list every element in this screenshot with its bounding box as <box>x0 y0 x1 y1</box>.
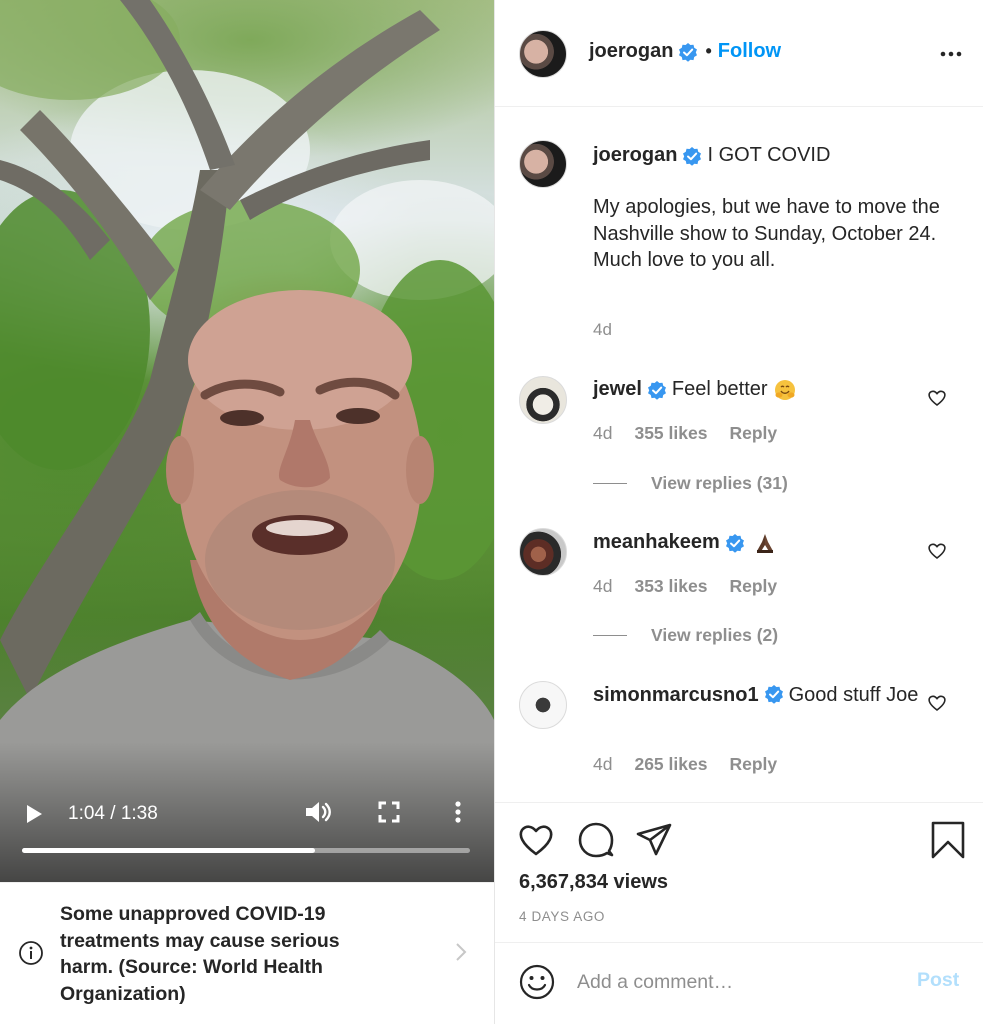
view-replies-label: View replies (2) <box>651 625 779 645</box>
more-vertical-icon <box>455 801 461 823</box>
video-more-button[interactable] <box>448 799 468 825</box>
comment-meta: 4d 353 likes Reply <box>593 576 777 597</box>
like-comment-heart-icon[interactable] <box>927 693 947 713</box>
follow-button[interactable]: Follow <box>718 40 781 63</box>
share-icon[interactable] <box>635 821 673 859</box>
comment-time[interactable]: 4d <box>593 576 612 597</box>
volume-icon <box>306 802 331 822</box>
view-replies-button[interactable]: View replies (2) <box>593 625 778 646</box>
comment-time[interactable]: 4d <box>593 423 612 444</box>
view-count[interactable]: 6,367,834 views <box>519 871 668 894</box>
hugging-face-emoji-icon <box>774 379 795 400</box>
post-comment-button[interactable]: Post <box>917 969 959 992</box>
comment-likes[interactable]: 353 likes <box>634 576 707 597</box>
add-comment-bar: Post <box>495 942 983 1024</box>
comment-text: Feel better <box>671 378 768 400</box>
emoji-picker-icon[interactable] <box>519 964 555 1000</box>
verified-badge-icon <box>679 42 698 62</box>
avatar[interactable] <box>519 30 567 78</box>
comment-username[interactable]: meanhakeem <box>593 531 720 554</box>
comment-item: simonmarcusno1 Good stuff Joe <box>593 682 923 709</box>
replies-line <box>593 635 627 636</box>
like-comment-heart-icon[interactable] <box>927 541 947 561</box>
volume-button[interactable] <box>304 799 332 825</box>
comment-likes[interactable]: 355 likes <box>634 423 707 444</box>
info-icon <box>19 941 43 965</box>
header-username[interactable]: joerogan <box>589 40 673 63</box>
bookmark-icon[interactable] <box>929 821 967 859</box>
caption-timestamp[interactable]: 4d <box>593 320 612 340</box>
comment-item: meanhakeem <box>593 531 776 554</box>
comment-avatar[interactable] <box>519 528 567 576</box>
caption-username[interactable]: joerogan <box>593 144 677 167</box>
like-heart-icon[interactable] <box>517 821 555 859</box>
view-replies-label: View replies (31) <box>651 473 788 493</box>
comment-meta: 4d 265 likes Reply <box>593 754 777 775</box>
verified-badge-icon <box>647 380 666 400</box>
folded-hands-emoji-icon <box>756 533 773 553</box>
comment-input[interactable] <box>577 967 897 997</box>
video-progress-bar[interactable] <box>22 848 470 853</box>
comment-item: jewel Feel better <box>593 378 796 401</box>
caption-header: joerogan I GOT COVID <box>593 144 830 167</box>
covid-info-banner[interactable]: Some unapproved COVID-19 treatments may … <box>0 882 494 1024</box>
caption-avatar[interactable] <box>519 140 567 188</box>
comment-likes[interactable]: 265 likes <box>634 754 707 775</box>
verified-badge-icon <box>683 146 702 166</box>
banner-text: Some unapproved COVID-19 treatments may … <box>60 903 340 1005</box>
comment-meta: 4d 355 likes Reply <box>593 423 777 444</box>
post-actions: 6,367,834 views 4 DAYS AGO <box>495 802 983 942</box>
comment-icon[interactable] <box>577 821 615 859</box>
post-date[interactable]: 4 DAYS AGO <box>519 909 605 924</box>
comment-username[interactable]: simonmarcusno1 <box>593 684 759 706</box>
play-button[interactable] <box>22 802 46 826</box>
post-panel: joerogan • Follow joerogan I GOT COVID M… <box>495 0 983 1024</box>
verified-badge-icon <box>764 685 783 704</box>
comment-username[interactable]: jewel <box>593 378 642 401</box>
like-comment-heart-icon[interactable] <box>927 388 947 408</box>
comment-avatar[interactable] <box>519 681 567 729</box>
reply-button[interactable]: Reply <box>729 576 777 597</box>
separator-dot: • <box>705 41 712 61</box>
more-horizontal-icon[interactable] <box>939 42 963 66</box>
replies-line <box>593 483 627 484</box>
comment-time[interactable]: 4d <box>593 754 612 775</box>
fullscreen-icon <box>378 801 400 823</box>
comment-text: Good stuff Joe <box>788 684 919 706</box>
view-replies-button[interactable]: View replies (31) <box>593 473 788 494</box>
caption-body: My apologies, but we have to move the Na… <box>593 196 940 271</box>
verified-badge-icon <box>725 533 744 553</box>
header-user: joerogan • Follow <box>589 40 781 63</box>
reply-button[interactable]: Reply <box>729 423 777 444</box>
video-time: 1:04 / 1:38 <box>68 803 158 824</box>
post-header: joerogan • Follow <box>495 0 983 107</box>
fullscreen-button[interactable] <box>376 799 402 825</box>
reply-button[interactable]: Reply <box>729 754 777 775</box>
comment-avatar[interactable] <box>519 376 567 424</box>
chevron-right-icon <box>456 943 467 961</box>
play-icon <box>27 805 42 823</box>
video-player[interactable]: 1:04 / 1:38 <box>0 0 494 882</box>
video-progress-fill <box>22 848 315 853</box>
caption-title: I GOT COVID <box>707 144 831 166</box>
